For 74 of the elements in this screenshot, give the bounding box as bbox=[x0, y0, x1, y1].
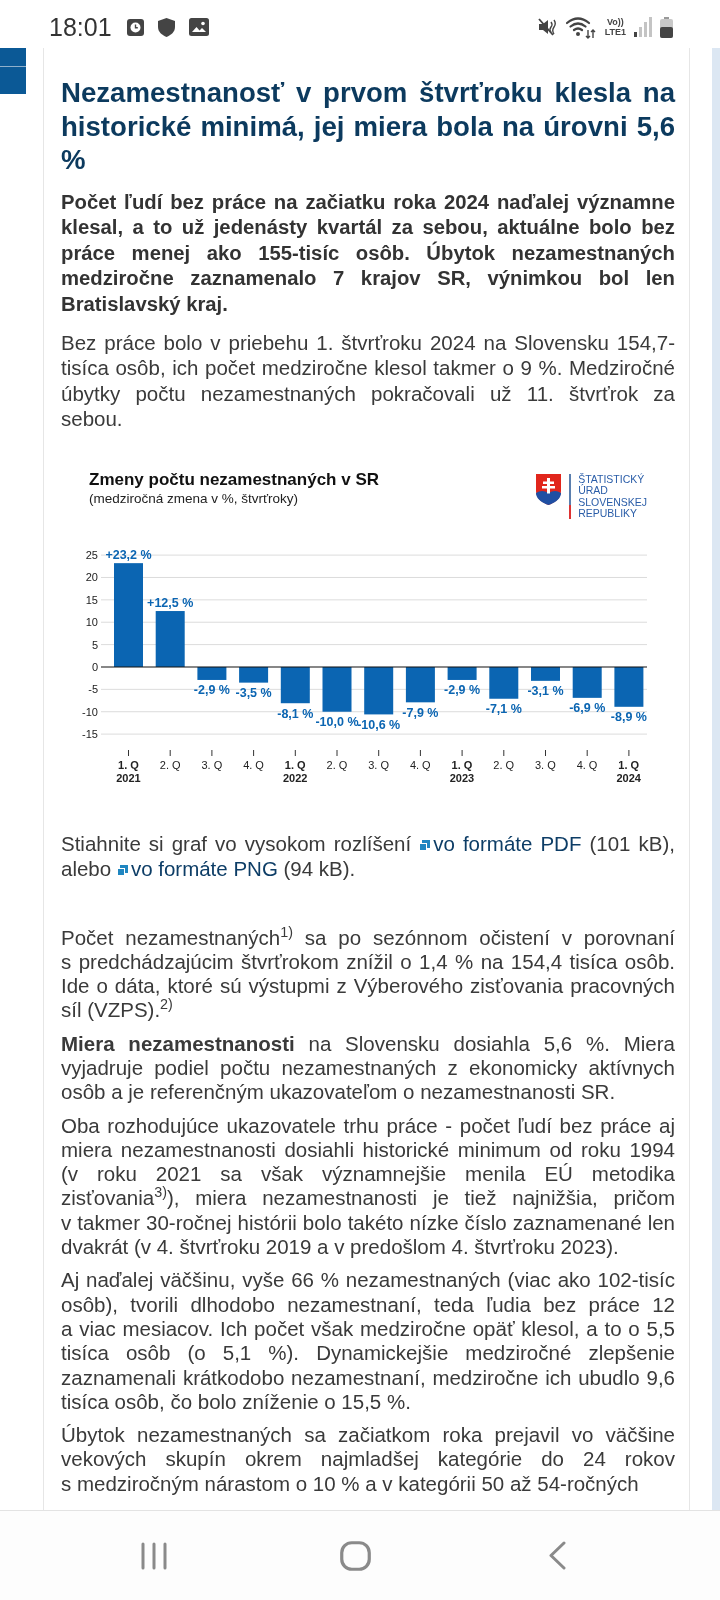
value-label: -2,9 % bbox=[193, 682, 230, 697]
value-label: -6,9 % bbox=[569, 700, 606, 715]
image-icon bbox=[188, 18, 209, 36]
bar bbox=[364, 666, 394, 714]
bar bbox=[322, 666, 352, 712]
axis-label: 1. Q 2021 bbox=[115, 758, 142, 785]
network-label: LTE1 bbox=[604, 27, 626, 37]
bar bbox=[155, 610, 185, 667]
axis-label: -15 bbox=[82, 727, 98, 740]
value-label: +23,2 % bbox=[105, 547, 152, 562]
network-label: Vo)) bbox=[606, 17, 624, 27]
recent-apps-icon bbox=[140, 1541, 168, 1570]
value-label: -8,9 % bbox=[610, 709, 647, 724]
chart-subtitle: (medziročná zmena v %, štvrťroky) bbox=[89, 489, 300, 507]
clock-icon bbox=[126, 18, 144, 36]
axis-label: 3. Q bbox=[367, 758, 390, 773]
value-label: -7,1 % bbox=[485, 701, 522, 716]
signal-icon bbox=[634, 17, 652, 37]
link-icon bbox=[419, 839, 431, 851]
bar bbox=[405, 666, 435, 702]
logo-text: ŠTATISTICKÝ ÚRAD SLOVENSKEJ REPUBLIKY bbox=[578, 473, 647, 520]
download-link[interactable]: vo formáte PDF bbox=[419, 831, 582, 855]
axis-label: 3. Q bbox=[533, 758, 557, 773]
chart-title: Zmeny počtu nezamestnaných v SR bbox=[89, 469, 380, 490]
axis-label: 1. Q 2022 bbox=[282, 758, 309, 785]
status-time: 18:01 bbox=[49, 12, 112, 42]
value-label: -8,1 % bbox=[277, 706, 314, 721]
value-label: -7,9 % bbox=[402, 705, 439, 720]
bar bbox=[489, 666, 519, 699]
axis-label: 4. Q bbox=[408, 758, 432, 773]
axis-label: -5 bbox=[88, 682, 98, 695]
shield-icon bbox=[157, 17, 175, 37]
home-icon bbox=[340, 1540, 371, 1571]
axis-label: 1. Q 2024 bbox=[615, 758, 642, 785]
value-label: +12,5 % bbox=[147, 595, 194, 610]
paragraph: Oba rozhodujúce ukazovatele trhu práce - počet ľudí bez práce aj miera nezamestnanosti dosiahli historické minimum od roku 1994 (v roku 2021 sa však významnejšie menila EÚ metodika zisťovania$^{3)}$), miera nezamestnanosti je tiež najnižšia, pričom v takmer 30-ročnej histórii bolo takéto nízke číslo zaznamenané len dvakrát (v 4. štvrťroku 2019 a v predošlom 4. štvrťroku 2023). bbox=[61, 1113, 675, 1260]
value-label: -3,1 % bbox=[527, 683, 564, 698]
value-label: -10,0 % bbox=[315, 714, 359, 729]
axis-label: 15 bbox=[85, 593, 98, 606]
axis-label: 4. Q bbox=[242, 758, 265, 773]
axis-label: 2. Q bbox=[492, 758, 516, 773]
paragraph: Aj naďalej väčšinu, vyše 66 % nezamestnaných (viac ako 102-tisíc osôb), tvorili dlhodobo nezamestnaní, teda ľudia bez práce 12 a viac mesiacov. Ich počet však medziročne opäť klesol, a to o 5,5 tisíca osôb (o 5,1 %). Dynamickejšie medziročné zlepšenie zaznamenali krátkodobo nezamestnaní, medziročne ich ubudlo 9,6 tisíca osôb, čo bolo zníženie o 15,5 %. bbox=[61, 1268, 675, 1415]
coat-of-arms-icon bbox=[536, 473, 562, 505]
axis-label: 4. Q bbox=[575, 758, 599, 773]
value-label: -3,5 % bbox=[235, 685, 272, 700]
article-title: Nezamestnanosť v prvom štvrťroku klesla na historické minimá, jej miera bola na úrovni 5,6 % bbox=[61, 76, 675, 177]
lead-paragraph: Počet ľudí bez práce na začiatku roka 2024 naďalej významne klesal, a to už jedenásty kvartál za sebou, aktuálne bolo bez práce menej ako 155-tisíc osôb. Úbytok nezamestnaných medziročne zaznamenalo 7 krajov SR, výnimkou bol len Bratislavský kraj. bbox=[61, 189, 675, 317]
axis-label: 10 bbox=[85, 615, 98, 628]
bar bbox=[280, 666, 310, 703]
axis-label: 5 bbox=[91, 638, 98, 651]
paragraph: Počet nezamestnaných$^{1)}$ sa po sezónnom očistení v porovnaní s predchádzajúcim štvrťrokom znížil o 1,4 % na 154,4 tisíca osôb. Ide o dáta, ktoré sú výstupmi z Výberového zisťovania pracovných síl (VZPS).$^{2)}$ bbox=[61, 925, 675, 1023]
back-icon bbox=[548, 1541, 566, 1570]
link-icon bbox=[116, 865, 128, 877]
axis-label: -10 bbox=[82, 705, 98, 718]
bar bbox=[614, 666, 644, 707]
wifi-icon bbox=[565, 15, 597, 39]
axis-label: 20 bbox=[85, 570, 98, 583]
value-label: -2,9 % bbox=[444, 682, 481, 697]
paragraph: Miera nezamestnanosti na Slovensku dosiahla 5,6 %. Miera vyjadruje podiel počtu nezamestnaných z ekonomicky aktívnych osôb a je referenčným ukazovateľom o nezamestnanosti SR. bbox=[61, 1031, 675, 1105]
axis-label: 3. Q bbox=[200, 758, 224, 773]
side-tab[interactable] bbox=[0, 48, 26, 94]
axis-label: 2. Q bbox=[325, 758, 349, 773]
axis-label: 0 bbox=[91, 660, 98, 673]
paragraph: Úbytok nezamestnaných sa začiatkom roka prejavil vo väčšine vekových skupín okrem najmladšej kategórie do 24 rokov s medziročným nárastom o 10 % a v kategórii 50 až 54-ročných bbox=[61, 1423, 675, 1497]
value-label: -10,6 % bbox=[357, 717, 401, 732]
axis-label: 25 bbox=[85, 548, 98, 561]
paragraph: Stiahnite si graf vo vysokom rozlíšení vo formáte PDF (101 kB), alebo vo formáte PNG (94 kB). bbox=[61, 830, 675, 882]
battery-icon bbox=[660, 16, 673, 38]
axis-label: 1. Q 2023 bbox=[448, 758, 476, 785]
muted-speaker-icon bbox=[537, 17, 558, 37]
axis-label: 2. Q bbox=[158, 758, 182, 773]
bar bbox=[572, 666, 602, 698]
paragraph: Bez práce bolo v priebehu 1. štvrťroku 2024 na Slovensku 154,7-tisíca osôb, ich počet medziročne klesol takmer o 9 %. Medziročné úbytky počtu nezamestnaných pokračovali už 11. štvrťrok za sebou. bbox=[61, 329, 675, 432]
download-link[interactable]: vo formáte PNG bbox=[116, 857, 278, 880]
